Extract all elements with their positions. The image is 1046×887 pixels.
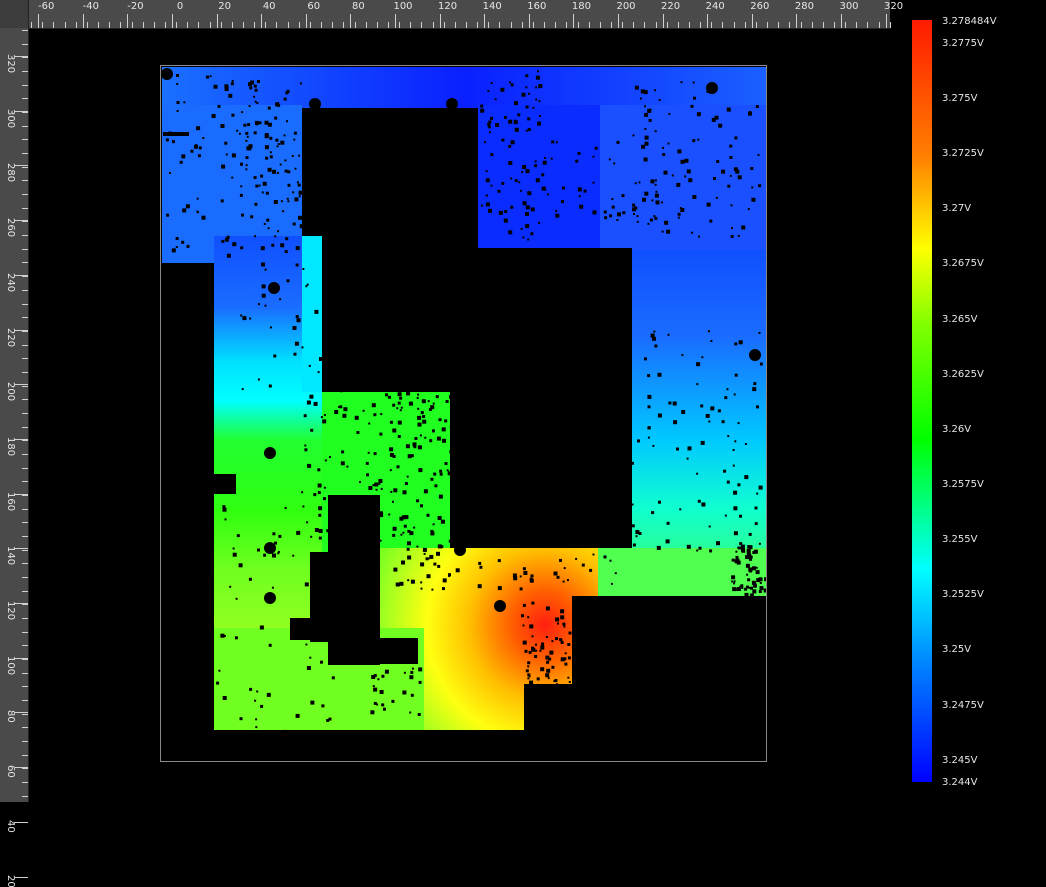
voltage-color-scale [912, 20, 932, 782]
ruler-y-major-tick [14, 822, 28, 823]
legend-value-label: 3.26V [942, 424, 971, 435]
legend-value-label: 3.244V [942, 777, 977, 788]
legend-value-label: 3.265V [942, 314, 977, 325]
ruler-y-major-tick [14, 877, 28, 878]
legend-value-label: 3.275V [942, 93, 977, 104]
legend-value-label: 3.2775V [942, 38, 984, 49]
legend-value-label: 3.2575V [942, 479, 984, 490]
board-outline [160, 65, 767, 762]
legend-value-label: 3.25V [942, 644, 971, 655]
legend-value-label: 3.2725V [942, 148, 984, 159]
legend-value-label: 3.2475V [942, 700, 984, 711]
legend-value-label: 3.2675V [942, 258, 984, 269]
legend-value-label: 3.245V [942, 755, 977, 766]
legend-value-label: 3.27V [942, 203, 971, 214]
legend-value-label: 3.255V [942, 534, 977, 545]
legend-value-label: 3.2525V [942, 589, 984, 600]
legend-value-label: 3.2625V [942, 369, 984, 380]
legend-value-label: 3.278484V [942, 16, 997, 27]
